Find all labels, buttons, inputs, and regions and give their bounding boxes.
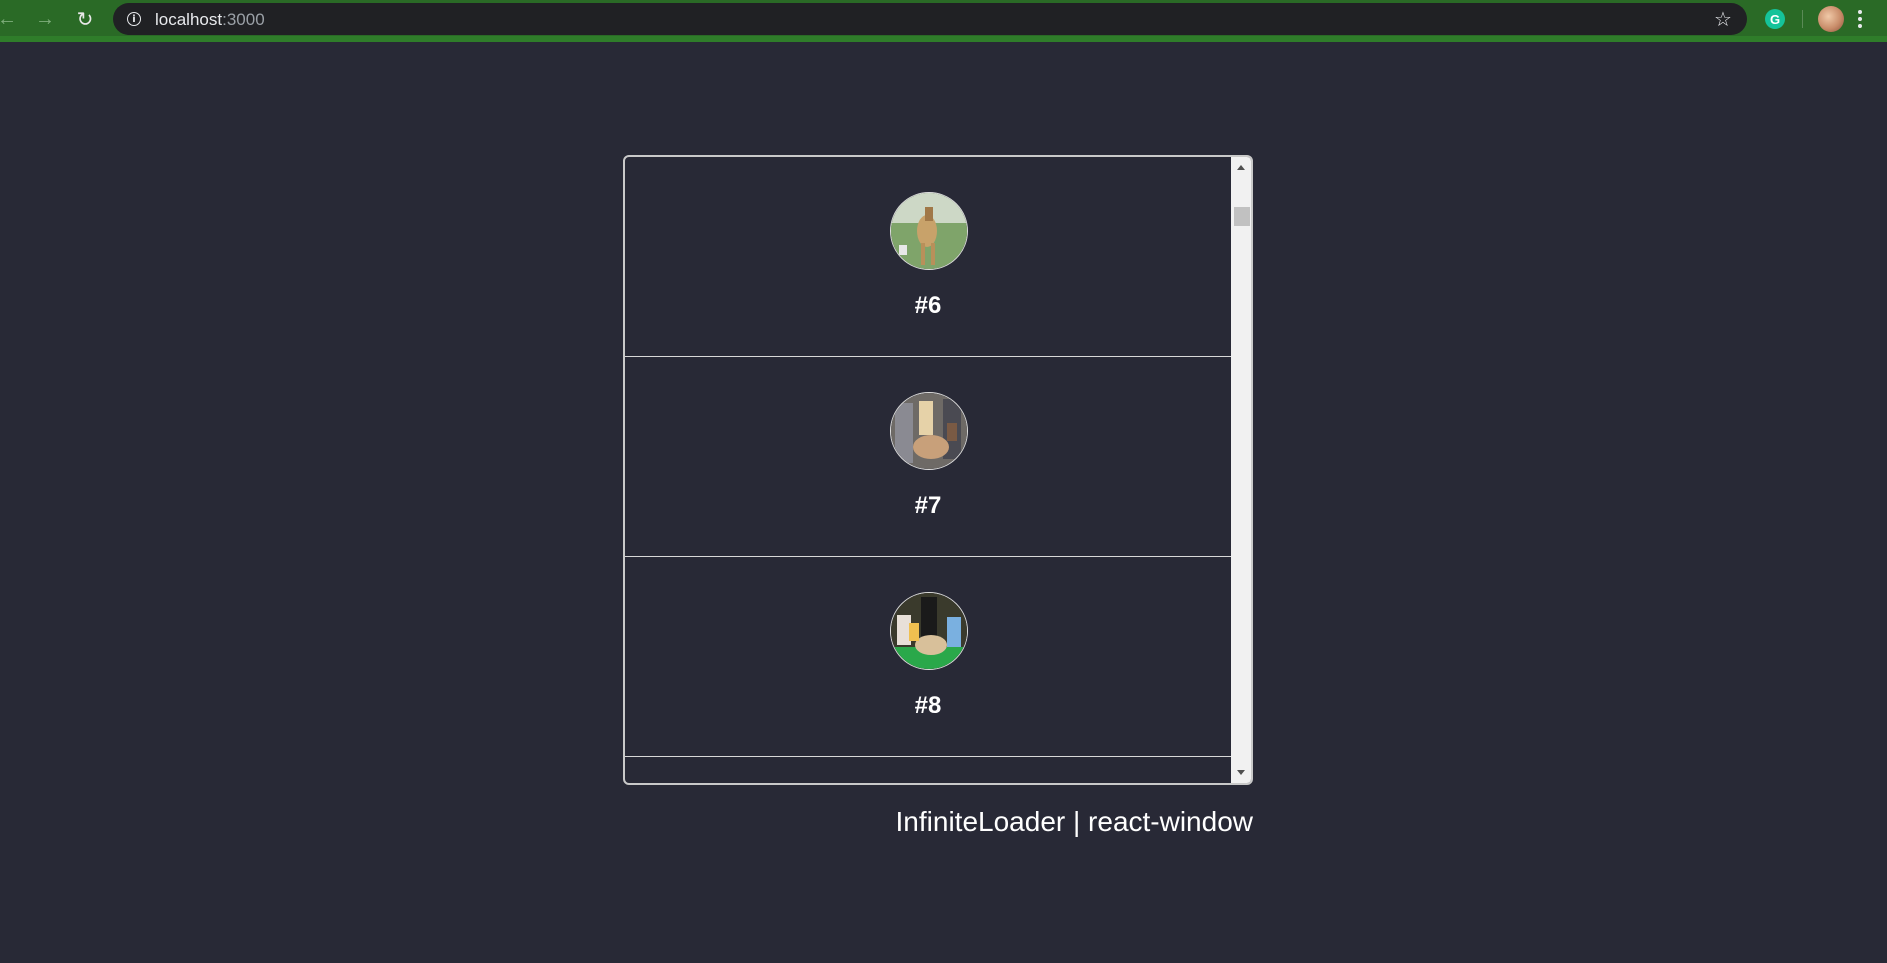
list-item xyxy=(625,757,1231,783)
browser-toolbar: ← → ↻ i localhost:3000 ☆ G xyxy=(0,0,1887,42)
url-port: :3000 xyxy=(222,10,265,29)
list-item: #6 xyxy=(625,157,1231,357)
url-text[interactable]: localhost:3000 xyxy=(155,10,265,30)
arrow-left-icon: ← xyxy=(0,7,17,30)
dog-photo-avatar xyxy=(890,392,968,470)
list-item: #8 xyxy=(625,557,1231,757)
virtual-list-frame: #6 #7 #8 xyxy=(623,155,1253,785)
forward-button[interactable]: → xyxy=(32,6,58,32)
virtual-list[interactable]: #6 #7 #8 xyxy=(625,157,1231,783)
reload-icon: ↻ xyxy=(76,8,94,31)
url-host: localhost xyxy=(155,10,223,29)
scroll-up-arrow-icon[interactable] xyxy=(1237,165,1245,170)
item-label: #8 xyxy=(914,692,942,719)
page-caption: InfiniteLoader | react-window xyxy=(895,806,1253,837)
vertical-scrollbar[interactable] xyxy=(1231,157,1251,783)
list-item: #7 xyxy=(625,357,1231,557)
toolbar-accent-line xyxy=(0,36,1887,42)
arrow-right-icon: → xyxy=(35,7,55,30)
grammarly-extension-icon[interactable]: G xyxy=(1765,9,1785,29)
profile-avatar[interactable] xyxy=(1818,6,1844,32)
scroll-down-arrow-icon[interactable] xyxy=(1237,770,1245,775)
dog-photo-avatar xyxy=(890,192,968,270)
address-bar[interactable]: i localhost:3000 ☆ xyxy=(113,3,1747,35)
scrollbar-thumb[interactable] xyxy=(1234,207,1250,226)
reload-button[interactable]: ↻ xyxy=(72,6,98,32)
info-icon[interactable]: i xyxy=(127,12,141,26)
toolbar-divider xyxy=(1802,10,1803,28)
item-label: #6 xyxy=(914,292,942,319)
dog-photo-avatar xyxy=(890,592,968,670)
back-button[interactable]: ← xyxy=(0,6,20,32)
bookmark-star-icon[interactable]: ☆ xyxy=(1714,7,1732,31)
kebab-menu-icon[interactable] xyxy=(1854,6,1866,32)
item-label: #7 xyxy=(914,492,942,519)
